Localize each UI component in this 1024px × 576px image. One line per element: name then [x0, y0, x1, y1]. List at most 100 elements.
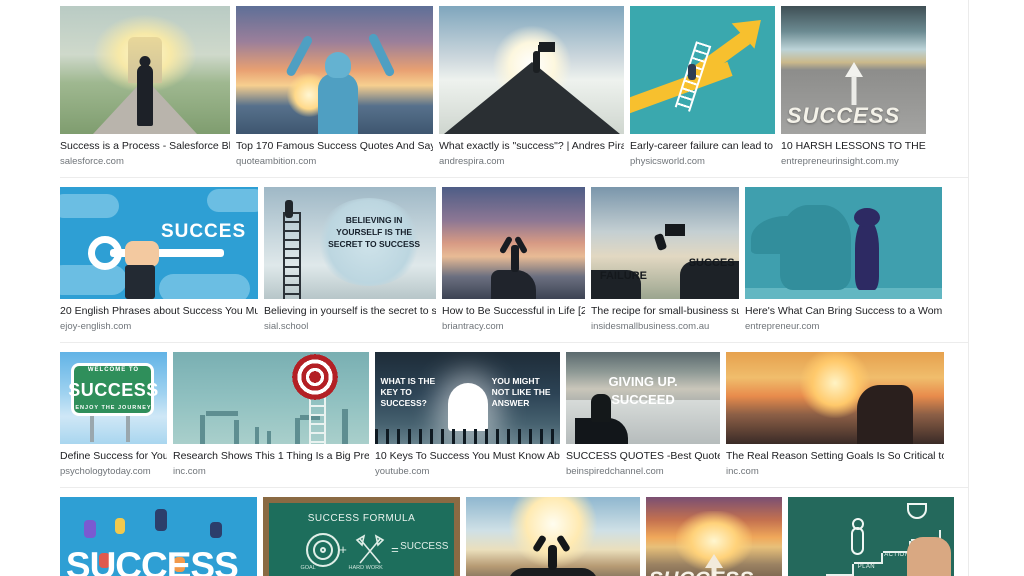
thumbnail-word: SUCCESS — [649, 568, 754, 576]
sign-top-text: WELCOME TO — [87, 366, 140, 373]
result-tile[interactable]: SUCCESS — [646, 497, 782, 576]
result-title[interactable]: SUCCESS QUOTES -Best Quotes About... — [566, 450, 720, 463]
thumbnail-quote: BELIEVING IN YOURSELF IS THE SECRET TO S… — [328, 214, 421, 249]
result-thumbnail[interactable] — [236, 6, 433, 134]
result-tile[interactable]: How to Be Successful in Life [2019... br… — [442, 187, 585, 333]
sign-bottom-text: ENJOY THE JOURNEY — [75, 405, 152, 412]
step-label-action: ACTION — [884, 552, 910, 559]
thumbnail-word-left: FAILURE — [599, 270, 647, 283]
result-caption: Top 170 Famous Success Quotes And Saying… — [236, 134, 433, 168]
result-tile[interactable]: SUCCESS — [60, 497, 257, 576]
sign-main-text: SUCCESS — [68, 379, 159, 400]
result-tile[interactable]: WELCOME TO SUCCESS ENJOY THE JOURNEY Def… — [60, 352, 167, 478]
result-tile[interactable]: What exactly is "success"? | Andres Pira… — [439, 6, 624, 168]
equals-sign: = — [391, 541, 399, 557]
result-thumbnail[interactable]: BELIEVING IN YOURSELF IS THE SECRET TO S… — [264, 187, 436, 299]
result-site: entrepreneur.com — [745, 321, 820, 332]
result-tile[interactable]: Top 170 Famous Success Quotes And Saying… — [236, 6, 433, 168]
result-caption: 20 English Phrases about Success You Mus… — [60, 299, 258, 333]
result-tile[interactable]: VISION GOAL PLAN ACTION SUCCESS — [788, 497, 954, 576]
board-label-hardwork: HARD WORK — [348, 565, 383, 572]
result-row-3: WELCOME TO SUCCESS ENJOY THE JOURNEY Def… — [60, 343, 972, 488]
result-title[interactable]: How to Be Successful in Life [2019... — [442, 305, 585, 318]
thumbnail-word-right: SUCCES — [688, 256, 735, 269]
result-site: physicsworld.com — [630, 156, 705, 167]
result-title[interactable]: Research Shows This 1 Thing Is a Big Pre… — [173, 450, 369, 463]
result-site: beinspiredchannel.com — [566, 466, 664, 477]
result-site: salesforce.com — [60, 156, 124, 167]
result-tile[interactable]: WHAT IS THE KEY TO SUCCESS? YOU MIGHT NO… — [375, 352, 560, 478]
axes-icon — [355, 534, 385, 564]
result-site: andrespira.com — [439, 156, 505, 167]
result-thumbnail[interactable] — [173, 352, 369, 444]
result-thumbnail[interactable] — [745, 187, 942, 299]
result-title[interactable]: Define Success for Your Yo... — [60, 450, 167, 463]
result-caption: How to Be Successful in Life [2019... br… — [442, 299, 585, 333]
result-site: quoteambition.com — [236, 156, 317, 167]
result-caption: The recipe for small-business success...… — [591, 299, 739, 333]
result-tile[interactable]: FAILURE SUCCES The recipe for small-busi… — [591, 187, 739, 333]
board-title: SUCCESS FORMULA — [307, 513, 416, 525]
result-thumbnail[interactable]: SUCCESS — [60, 497, 257, 576]
result-caption: 10 HARSH LESSONS TO THE ROAD OF SU... en… — [781, 134, 926, 168]
result-row-1: Success is a Process - Salesforce Blog s… — [60, 0, 972, 178]
result-tile[interactable]: SUCCESS FORMULA + = SUCCESS GOAL HARD WO… — [263, 497, 460, 576]
result-tile[interactable]: SUCCESS 10 HARSH LESSONS TO THE ROAD OF … — [781, 6, 926, 168]
step-label-plan: PLAN — [857, 563, 875, 570]
result-title[interactable]: What exactly is "success"? | Andres Pira — [439, 140, 624, 153]
result-caption: Success is a Process - Salesforce Blog s… — [60, 134, 230, 168]
result-site: youtube.com — [375, 466, 430, 477]
result-caption: The Real Reason Setting Goals Is So Crit… — [726, 444, 944, 478]
result-thumbnail[interactable] — [60, 6, 230, 134]
result-tile[interactable]: Early-career failure can lead to futur..… — [630, 6, 775, 168]
result-thumbnail[interactable] — [630, 6, 775, 134]
board-result: SUCCESS — [400, 540, 449, 552]
result-caption: 10 Keys To Success You Must Know About -… — [375, 444, 560, 478]
result-tile[interactable]: GIVING UP. SUCCEED SUCCESS QUOTES -Best … — [566, 352, 720, 478]
result-site: psychologytoday.com — [60, 466, 151, 477]
result-title[interactable]: The Real Reason Setting Goals Is So Crit… — [726, 450, 944, 463]
result-title[interactable]: 10 Keys To Success You Must Know About -… — [375, 450, 560, 463]
result-site: inc.com — [726, 466, 759, 477]
result-title[interactable]: 20 English Phrases about Success You Mus… — [60, 305, 258, 318]
result-title[interactable]: Top 170 Famous Success Quotes And Saying… — [236, 140, 433, 153]
result-title[interactable]: The recipe for small-business success... — [591, 305, 739, 318]
result-title[interactable]: Early-career failure can lead to futur..… — [630, 140, 775, 153]
result-tile[interactable]: SUCCES 20 English Phrases about Success … — [60, 187, 258, 333]
result-tile[interactable]: Here's What Can Bring Success to a Wom en… — [745, 187, 942, 333]
result-title[interactable]: Believing in yourself is the secret to s… — [264, 305, 436, 318]
result-tile[interactable]: The Real Reason Setting Goals Is So Crit… — [726, 352, 944, 478]
result-thumbnail[interactable]: WELCOME TO SUCCESS ENJOY THE JOURNEY — [60, 352, 167, 444]
result-title[interactable]: Success is a Process - Salesforce Blog — [60, 140, 230, 153]
result-site: ejoy-english.com — [60, 321, 132, 332]
result-thumbnail[interactable] — [466, 497, 640, 576]
result-thumbnail[interactable]: SUCCESS FORMULA + = SUCCESS GOAL HARD WO… — [263, 497, 460, 576]
result-tile[interactable]: Success is a Process - Salesforce Blog s… — [60, 6, 230, 168]
result-tile[interactable]: BELIEVING IN YOURSELF IS THE SECRET TO S… — [264, 187, 436, 333]
results-grid: Success is a Process - Salesforce Blog s… — [60, 0, 972, 576]
result-site: briantracy.com — [442, 321, 504, 332]
result-thumbnail[interactable]: VISION GOAL PLAN ACTION SUCCESS — [788, 497, 954, 576]
result-thumbnail[interactable] — [726, 352, 944, 444]
result-caption: Research Shows This 1 Thing Is a Big Pre… — [173, 444, 369, 478]
result-thumbnail[interactable]: SUCCESS — [781, 6, 926, 134]
result-site: inc.com — [173, 466, 206, 477]
thumbnail-answer: YOU MIGHT NOT LIKE THE ANSWER — [491, 375, 551, 408]
result-title[interactable]: Here's What Can Bring Success to a Women… — [745, 305, 942, 318]
result-thumbnail[interactable]: GIVING UP. SUCCEED — [566, 352, 720, 444]
result-caption: Define Success for Your Yo... psychology… — [60, 444, 167, 478]
result-thumbnail[interactable] — [442, 187, 585, 299]
result-caption: Believing in yourself is the secret to s… — [264, 299, 436, 333]
result-caption: Here's What Can Bring Success to a Wom en… — [745, 299, 942, 333]
result-caption: Early-career failure can lead to futur..… — [630, 134, 775, 168]
result-tile[interactable]: Research Shows This 1 Thing Is a Big Pre… — [173, 352, 369, 478]
result-site: entrepreneurinsight.com.my — [781, 156, 899, 167]
result-tile[interactable] — [466, 497, 640, 576]
result-thumbnail[interactable]: SUCCES — [60, 187, 258, 299]
result-row-4: SUCCESS SUCCESS FORMULA + = SUCCESS GOAL… — [60, 488, 972, 576]
result-thumbnail[interactable]: SUCCESS — [646, 497, 782, 576]
result-thumbnail[interactable] — [439, 6, 624, 134]
result-thumbnail[interactable]: WHAT IS THE KEY TO SUCCESS? YOU MIGHT NO… — [375, 352, 560, 444]
result-thumbnail[interactable]: FAILURE SUCCES — [591, 187, 739, 299]
result-title[interactable]: 10 HARSH LESSONS TO THE ROAD OF SU... — [781, 140, 926, 153]
